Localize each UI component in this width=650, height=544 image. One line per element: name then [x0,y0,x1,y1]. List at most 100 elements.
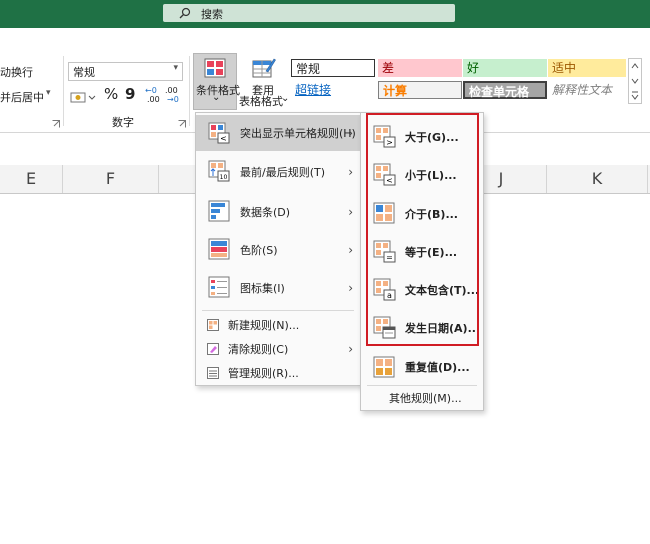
cell-styles-gallery: 常规 差 好 适中 超链接 计算 检查单元格 解释性文本 [290,59,630,103]
style-calculation[interactable]: 计算 [378,81,462,99]
chevron-right-icon: › [348,342,353,356]
menu-item-data-bars[interactable]: 数据条(D) › [196,193,361,230]
chevron-right-icon: › [348,126,353,140]
menu-separator [202,310,354,311]
submenu-item-label: 重复值(D)... [405,361,470,374]
column-header-f[interactable]: F [63,165,159,193]
calendar-icon [373,316,396,339]
style-neutral[interactable]: 适中 [548,59,626,77]
submenu-item-between[interactable]: 介于(B)... [361,195,483,233]
search-label: 搜索 [201,8,223,21]
submenu-item-greater-than[interactable]: > 大于(G)... [361,119,483,155]
menu-item-top-bottom-rules[interactable]: 10 最前/最后规则(T) › [196,153,361,190]
less-than-icon: < [373,163,396,186]
gallery-scroll-icon [631,63,639,100]
conditional-format-menu: < 突出显示单元格规则(H) › 10 最前/最后规则(T) › 数据条(D) … [195,112,362,386]
chevron-down-icon: ⌄ [281,93,290,104]
submenu-item-label: 等于(E)... [405,246,458,259]
style-hyperlink[interactable]: 超链接 [291,81,375,99]
chevron-down-icon: ⌄ [212,92,221,103]
menu-item-manage-rules[interactable]: 管理规则(R)... [196,361,361,385]
search-box[interactable]: 搜索 [163,4,455,22]
gallery-scroll[interactable] [628,58,642,104]
conditional-format-icon [204,58,226,78]
merge-center-button[interactable]: 并后居中 [0,89,44,105]
percent-button[interactable]: % [104,85,118,103]
decrease-decimal-button[interactable]: .00 →0 [165,86,183,106]
style-explanatory[interactable]: 解释性文本 [548,81,626,99]
data-bars-icon [208,200,230,222]
submenu-item-label: 小于(L)... [405,169,457,182]
menu-item-clear-rules[interactable]: 清除规则(C) › [196,337,361,361]
number-format-select[interactable]: 常规 ▾ [68,62,183,81]
menu-item-label: 清除规则(C) [228,343,289,356]
menu-item-icon-sets[interactable]: 图标集(I) › [196,269,361,306]
search-icon [179,7,191,19]
menu-item-label: 色阶(S) [240,243,278,257]
highlight-rules-icon: < [208,122,230,144]
format-as-table-button[interactable]: 套用 表格格式 ⌄ [239,53,289,110]
submenu-item-duplicate-values[interactable]: 重复值(D)... [361,349,483,385]
title-bar: 搜索 [0,0,650,28]
menu-separator [367,385,477,386]
merge-dropdown-icon[interactable]: ▾ [46,88,51,98]
svg-text:>: > [386,138,393,147]
between-icon [373,202,395,224]
wrap-text-button[interactable]: 动换行 [0,64,33,80]
column-header-e[interactable]: E [0,165,63,193]
menu-item-label: 突出显示单元格规则(H) [240,127,356,140]
chevron-right-icon: › [348,204,353,219]
svg-text:10: 10 [220,174,228,181]
currency-icon [70,92,96,103]
menu-item-label: 图标集(I) [240,281,285,295]
column-header-k[interactable]: K [547,165,648,193]
decrease-decimal-top: .00 [165,86,178,95]
submenu-item-label: 发生日期(A)... [405,322,481,335]
number-format-value: 常规 [73,66,95,79]
group-separator [189,56,190,126]
dialog-launcher-icon[interactable] [52,118,60,128]
submenu-item-label: 文本包含(T)... [405,284,480,297]
submenu-item-text-contains[interactable]: a 文本包含(T)... [361,271,483,309]
group-separator [63,56,64,126]
eraser-icon [207,343,219,355]
new-rule-icon [207,319,219,331]
text-contains-icon: a [373,278,396,301]
submenu-item-label: 其他规则(M)... [389,392,462,405]
chevron-down-icon: ▾ [173,63,178,73]
submenu-item-label: 大于(G)... [405,131,459,144]
dialog-launcher-icon[interactable] [178,118,186,128]
menu-item-color-scales[interactable]: 色阶(S) › [196,231,361,268]
style-normal[interactable]: 常规 [291,59,375,77]
chevron-right-icon: › [348,242,353,257]
svg-text:<: < [386,176,393,185]
chevron-right-icon: › [348,280,353,295]
increase-decimal-bottom: .00 [147,95,160,104]
table-format-label-2: 表格格式 [239,95,283,108]
duplicate-values-icon [373,356,395,378]
style-check-cell[interactable]: 检查单元格 [463,81,547,99]
decrease-decimal-bottom: →0 [167,95,179,104]
style-good[interactable]: 好 [463,59,547,77]
submenu-item-date-occurring[interactable]: 发生日期(A)... [361,309,483,347]
menu-item-highlight-rules[interactable]: < 突出显示单元格规则(H) › [196,115,361,151]
comma-style-button[interactable]: 9 [125,85,135,103]
menu-item-label: 新建规则(N)... [228,319,300,332]
submenu-item-more-rules[interactable]: 其他规则(M)... [361,387,483,409]
menu-item-label: 管理规则(R)... [228,367,299,380]
conditional-format-button[interactable]: 条件格式 ⌄ [193,53,240,110]
icon-sets-icon [208,276,230,298]
menu-item-label: 最前/最后规则(T) [240,165,326,179]
highlight-rules-submenu: > 大于(G)... < 小于(L)... 介于(B)... = 等于(E)..… [360,112,484,411]
submenu-item-less-than[interactable]: < 小于(L)... [361,156,483,194]
increase-decimal-top: ←0 [145,86,157,95]
chevron-right-icon: › [348,164,353,179]
greater-than-icon: > [373,125,396,148]
submenu-item-equal-to[interactable]: = 等于(E)... [361,233,483,271]
increase-decimal-button[interactable]: ←0 .00 [145,86,163,106]
style-bad[interactable]: 差 [378,59,462,77]
menu-item-new-rule[interactable]: 新建规则(N)... [196,313,361,337]
menu-item-label: 数据条(D) [240,205,291,219]
svg-text:a: a [387,291,392,300]
accounting-format-button[interactable] [70,89,98,105]
